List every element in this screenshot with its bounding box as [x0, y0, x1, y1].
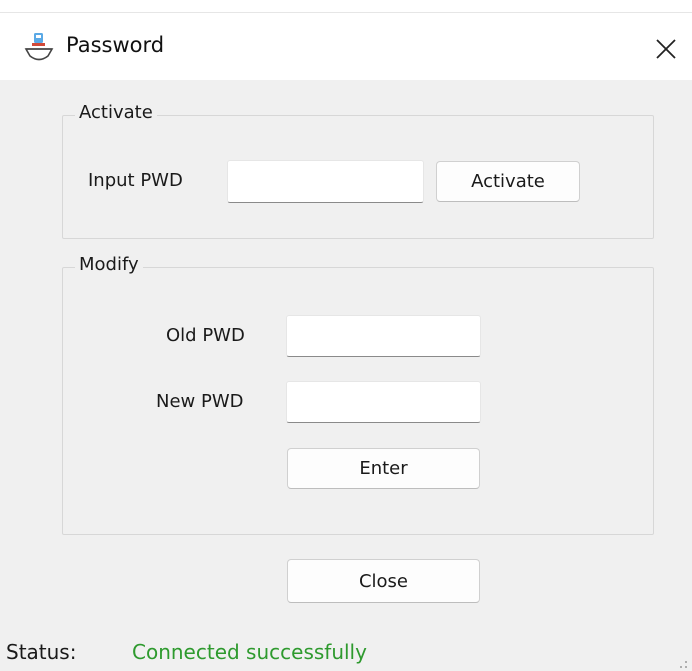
close-button[interactable]: Close	[287, 559, 480, 603]
status-bar: Status: Connected successfully	[0, 635, 692, 671]
old-pwd-field[interactable]	[286, 315, 481, 357]
new-pwd-label: New PWD	[156, 391, 244, 412]
input-pwd-field[interactable]	[227, 160, 424, 203]
password-dialog: Password Activate Input PWD Activate Mod…	[0, 12, 692, 671]
status-label: Status:	[6, 640, 77, 664]
app-icon	[24, 33, 54, 61]
activate-button[interactable]: Activate	[436, 161, 580, 202]
resize-grip-icon[interactable]	[676, 657, 688, 669]
modify-legend: Modify	[75, 254, 143, 275]
new-pwd-field[interactable]	[286, 381, 481, 423]
title-bar: Password	[0, 13, 692, 80]
input-pwd-label: Input PWD	[88, 170, 183, 191]
enter-button[interactable]: Enter	[287, 448, 480, 489]
status-value: Connected successfully	[132, 640, 367, 664]
close-icon[interactable]	[652, 35, 680, 63]
window-title: Password	[66, 33, 165, 57]
activate-legend: Activate	[75, 102, 157, 123]
old-pwd-label: Old PWD	[166, 325, 245, 346]
